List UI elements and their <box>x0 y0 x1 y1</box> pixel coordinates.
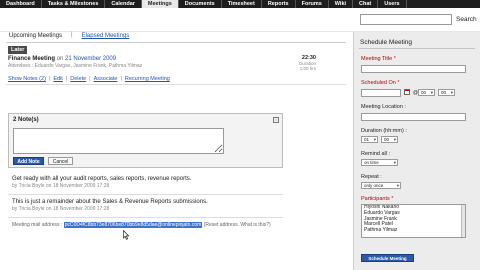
meeting-title-input[interactable] <box>361 65 466 73</box>
divider <box>6 42 346 43</box>
top-navigation: Dashboard Tasks & Milestones Calendar Me… <box>0 0 480 8</box>
divider <box>6 84 346 85</box>
listbox-scrollbar[interactable] <box>461 205 465 237</box>
meeting-date[interactable]: 21 November 2009 <box>65 56 116 62</box>
action-separator: | <box>89 76 91 82</box>
scheduled-date-input[interactable] <box>361 89 401 97</box>
duration-minutes-select[interactable]: 00 <box>381 136 398 143</box>
recurring-meeting-link[interactable]: Recurring Meeting <box>125 76 170 82</box>
meeting-title-label-text: Meeting Title <box>361 56 393 62</box>
note-text: This is just a remainder about the Sales… <box>12 199 208 205</box>
meeting-time: 22:30 Duration 1:00 hrs <box>296 55 316 71</box>
remind-select[interactable]: on time <box>361 159 398 166</box>
search-bar: Search <box>0 8 480 32</box>
tab-meetings[interactable]: Meetings <box>141 0 179 8</box>
show-notes-link[interactable]: Show Notes (2) <box>8 76 46 82</box>
meeting-mail-address: Meeting mail address : pcC0D4fC8bb73e870… <box>12 222 292 228</box>
scheduled-on-label: Scheduled On * <box>361 80 400 86</box>
meeting-subtabs: Upcoming Meetings | Elapsed Meetings <box>6 32 132 42</box>
tab-users[interactable]: Users <box>378 0 407 8</box>
add-note-button[interactable]: Add Note <box>13 157 44 165</box>
mouse-cursor-icon <box>123 230 129 240</box>
participant-option[interactable]: Pathma Yilmaz <box>362 227 465 234</box>
tab-tasks-milestones[interactable]: Tasks & Milestones <box>42 0 106 8</box>
note-textarea[interactable] <box>13 128 224 154</box>
tab-documents[interactable]: Documents <box>179 0 222 8</box>
tab-upcoming-meetings[interactable]: Upcoming Meetings <box>6 32 65 42</box>
hour-select[interactable]: 00 <box>418 89 435 96</box>
scheduled-on-label-text: Scheduled On <box>361 80 396 86</box>
later-badge: Later <box>8 46 28 54</box>
edit-link[interactable]: Edit <box>53 76 62 82</box>
mail-prefix: Meeting mail address : <box>12 222 64 228</box>
tab-calendar[interactable]: Calendar <box>105 0 142 8</box>
divider <box>359 48 475 49</box>
note-author: by Tricia Boyle on 18 November 2009 17:2… <box>12 206 110 212</box>
meeting-name: Finance Meeting <box>8 56 56 62</box>
notes-panel: 2 Note(s) i Add Note Cancel <box>8 113 283 168</box>
action-separator: | <box>65 76 68 82</box>
info-icon[interactable]: i <box>273 117 279 123</box>
note-text: Get ready with all your audit reports, s… <box>12 176 192 182</box>
meeting-title-label: Meeting Title * <box>361 56 396 62</box>
participants-label-text: Participants <box>361 196 390 202</box>
meeting-location-label: Meeting Location : <box>361 104 406 110</box>
duration-label: Duration (hh:mm) : <box>361 128 407 134</box>
action-separator: | <box>48 76 51 82</box>
tab-elapsed-meetings[interactable]: Elapsed Meetings <box>79 32 133 42</box>
required-mark: * <box>391 196 394 202</box>
remind-label: Remind all : <box>361 151 391 157</box>
participants-listbox[interactable]: Hiyoshi Nakano Eduardo Vargas Jasmine Fr… <box>361 204 466 238</box>
tab-forums[interactable]: Forums <box>296 0 329 8</box>
minute-select[interactable]: 00 <box>438 89 455 96</box>
meeting-on-label: on <box>56 56 64 62</box>
meeting-location-input[interactable] <box>361 113 466 121</box>
note-item: This is just a remainder about the Sales… <box>12 199 282 212</box>
panel-title: Schedule Meeting <box>360 39 413 46</box>
schedule-meeting-button[interactable]: Schedule Meeting <box>361 254 414 262</box>
mail-address-selected[interactable]: pcC0D4fC8bb73e8706be870bb9e8d5dae@online… <box>63 222 203 228</box>
required-mark: * <box>397 80 400 86</box>
tab-timesheet[interactable]: Timesheet <box>222 0 262 8</box>
participants-label: Participants * <box>361 196 393 202</box>
repeat-label: Repeat : <box>361 174 382 180</box>
duration-hours-select[interactable]: 01 <box>361 136 378 143</box>
calendar-icon[interactable] <box>404 89 410 95</box>
meeting-duration-value: 1:00 hrs <box>299 66 316 71</box>
note-author: by Tricia Boyle on 18 November 2009 17:2… <box>12 183 110 189</box>
tab-reports[interactable]: Reports <box>262 0 296 8</box>
meeting-actions: Show Notes (2) | Edit | Delete | Associa… <box>8 76 170 82</box>
divider <box>8 194 283 195</box>
meeting-attendees: Attendees : Eduardo Vargas, Jasmine Fran… <box>8 63 143 69</box>
tab-dashboard[interactable]: Dashboard <box>0 0 42 8</box>
divider <box>8 217 283 218</box>
main-content: Upcoming Meetings | Elapsed Meetings Lat… <box>0 32 352 270</box>
tab-wiki[interactable]: Wiki <box>329 0 354 8</box>
meeting-title: Finance Meeting on 21 November 2009 <box>8 56 116 62</box>
search-button[interactable]: Search <box>456 16 477 23</box>
repeat-select[interactable]: only once <box>361 182 401 189</box>
schedule-meeting-panel: Schedule Meeting Meeting Title * Schedul… <box>353 32 480 270</box>
subtab-separator: | <box>71 32 73 38</box>
note-item: Get ready with all your audit reports, s… <box>12 176 282 189</box>
notes-count: 2 Note(s) <box>13 117 39 123</box>
search-input[interactable] <box>360 14 452 25</box>
cancel-button[interactable]: Cancel <box>48 157 73 165</box>
action-separator: | <box>120 76 122 82</box>
mail-suffix[interactable]: (Reset address. What is this?) <box>202 222 271 228</box>
delete-link[interactable]: Delete <box>70 76 86 82</box>
associate-link[interactable]: Associate <box>94 76 118 82</box>
required-mark: * <box>393 56 396 62</box>
tab-chat[interactable]: Chat <box>353 0 379 8</box>
